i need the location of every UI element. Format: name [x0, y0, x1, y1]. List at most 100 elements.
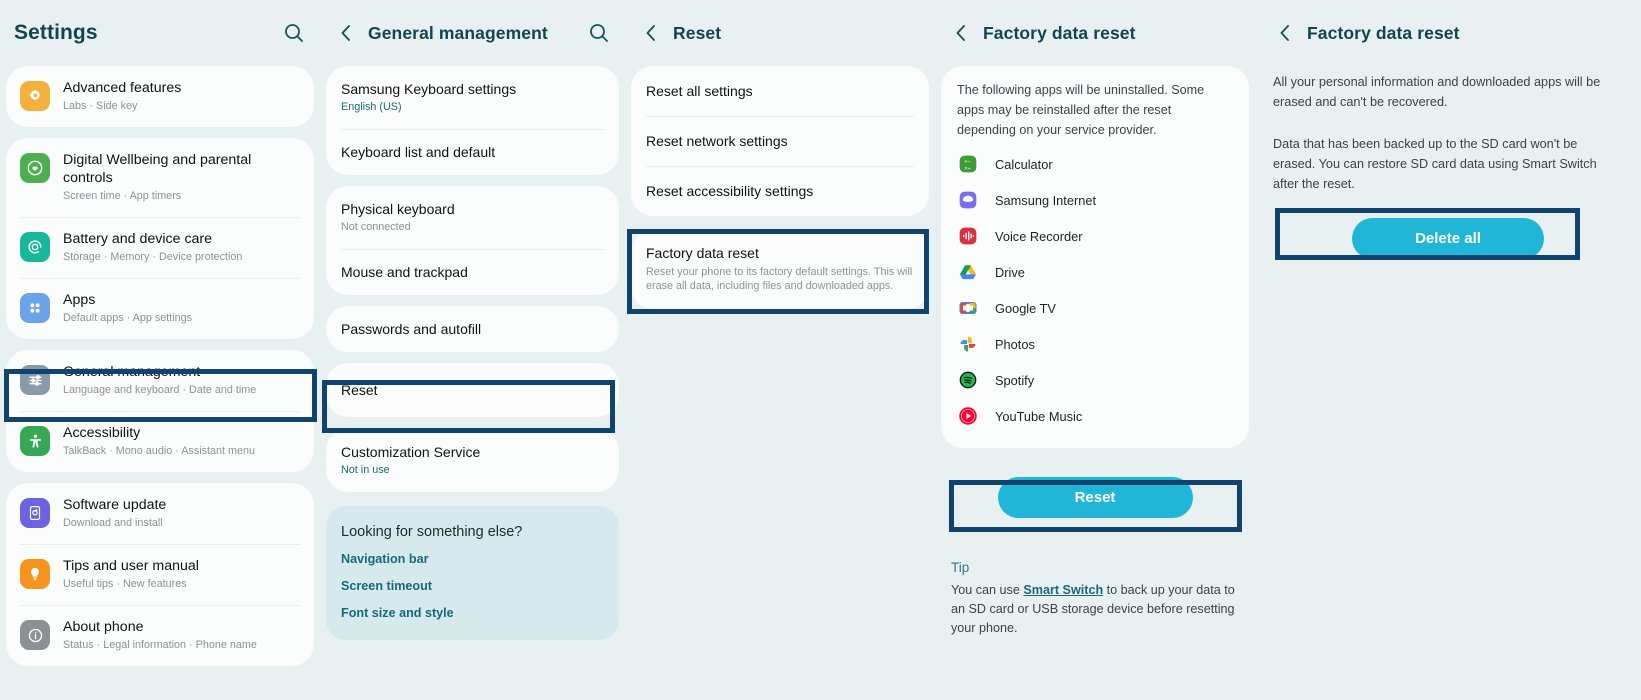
item-subtitle: English (US)	[341, 101, 402, 113]
app-name: YouTube Music	[995, 408, 1083, 424]
item-title: General management	[63, 364, 201, 380]
panel-general-management: General management Samsung Keyboard sett…	[320, 0, 625, 700]
item-subtitle: Reset your phone to its factory default …	[646, 266, 913, 292]
link-font-size-and-style[interactable]: Font size and style	[341, 606, 604, 620]
list-item-reset-all-settings[interactable]: Reset all settings	[631, 66, 929, 116]
item-text: Tips and user manual Useful tips · New f…	[63, 557, 300, 592]
item-title: Samsung Keyboard settings	[341, 81, 517, 97]
item-subtitle: Download and install	[63, 517, 163, 529]
settings-group-3: General management Language and keyboard…	[6, 350, 314, 472]
back-chevron-icon[interactable]	[334, 21, 358, 45]
item-subtitle: Language and keyboard · Date and time	[63, 384, 257, 396]
list-item-spotify: Spotify	[941, 362, 1249, 398]
back-chevron-icon[interactable]	[1273, 21, 1297, 45]
app-name: Spotify	[995, 372, 1035, 388]
search-icon[interactable]	[587, 21, 611, 45]
sidebar-item-apps[interactable]: Apps Default apps · App settings	[6, 278, 314, 339]
panel-reset: Reset Reset all settings Reset network s…	[625, 0, 935, 700]
list-item-customization-service[interactable]: Customization Service Not in use	[326, 429, 619, 492]
app-name: Voice Recorder	[995, 228, 1083, 244]
item-title: Advanced features	[63, 80, 182, 96]
item-title: Passwords and autofill	[341, 321, 482, 337]
uninstall-blurb: The following apps will be uninstalled. …	[957, 83, 1205, 137]
accessibility-icon	[20, 426, 50, 456]
item-subtitle: Not connected	[341, 221, 411, 233]
list-item-youtube-music: YouTube Music	[941, 398, 1249, 434]
sidebar-item-digital-wellbeing[interactable]: Digital Wellbeing and parental controls …	[6, 138, 314, 217]
tips-icon	[20, 559, 50, 589]
delete-all-button[interactable]: Delete all	[1352, 218, 1544, 259]
item-text: Apps Default apps · App settings	[63, 291, 300, 326]
svg-text:×÷: ×÷	[964, 166, 971, 172]
back-chevron-icon[interactable]	[949, 21, 973, 45]
link-screen-timeout[interactable]: Screen timeout	[341, 579, 604, 593]
spotify-app-icon	[957, 369, 979, 391]
sidebar-item-software-update[interactable]: Software update Download and install	[6, 483, 314, 544]
sidebar-item-tips[interactable]: Tips and user manual Useful tips · New f…	[6, 544, 314, 605]
list-item-photos: Photos	[941, 326, 1249, 362]
google-photos-app-icon	[957, 333, 979, 355]
item-title: Factory data reset	[646, 245, 759, 261]
list-item-passwords-and-autofill[interactable]: Passwords and autofill	[326, 306, 619, 352]
looking-for-title: Looking for something else?	[341, 524, 523, 540]
page-title: Settings	[14, 21, 98, 44]
item-title: Accessibility	[63, 425, 141, 441]
list-item-reset-accessibility-settings[interactable]: Reset accessibility settings	[631, 166, 929, 216]
sidebar-item-about-phone[interactable]: About phone Status · Legal information ·…	[6, 605, 314, 666]
item-subtitle: Storage · Memory · Device protection	[63, 251, 243, 263]
sidebar-item-advanced-features[interactable]: Advanced features Labs · Side key	[6, 66, 314, 127]
item-title: Software update	[63, 497, 167, 513]
svg-text:+−: +−	[964, 159, 971, 165]
sidebar-item-battery-device-care[interactable]: Battery and device care Storage · Memory…	[6, 217, 314, 278]
list-item-reset[interactable]: Reset	[326, 363, 619, 417]
item-text: Accessibility TalkBack · Mono audio · As…	[63, 424, 300, 459]
smart-switch-link[interactable]: Smart Switch	[1023, 583, 1103, 597]
item-subtitle: Status · Legal information · Phone name	[63, 639, 257, 651]
list-item-calculator: +− ×÷ Calculator	[941, 146, 1249, 182]
item-title: Tips and user manual	[63, 558, 199, 574]
item-title: About phone	[63, 619, 144, 635]
settings-group-4: Software update Download and install Tip…	[6, 483, 314, 666]
reset-header: Reset	[625, 0, 935, 66]
item-title: Physical keyboard	[341, 201, 455, 217]
item-title: Keyboard list and default	[341, 144, 496, 160]
settings-group-2: Digital Wellbeing and parental controls …	[6, 138, 314, 339]
about-phone-icon	[20, 620, 50, 650]
list-item-keyboard-list-and-default[interactable]: Keyboard list and default	[326, 129, 619, 175]
list-item-google-tv: Google TV	[941, 290, 1249, 326]
list-item-reset-network-settings[interactable]: Reset network settings	[631, 116, 929, 166]
digital-wellbeing-icon	[20, 153, 50, 183]
sidebar-item-accessibility[interactable]: Accessibility TalkBack · Mono audio · As…	[6, 411, 314, 472]
item-text: About phone Status · Legal information ·…	[63, 618, 300, 653]
tip-body: You can use Smart Switch to back up your…	[935, 581, 1255, 652]
gm-group-3: Passwords and autofill	[326, 306, 619, 352]
reset-group-2: Factory data reset Reset your phone to i…	[631, 230, 929, 309]
list-item-mouse-and-trackpad[interactable]: Mouse and trackpad	[326, 249, 619, 295]
google-drive-app-icon	[957, 261, 979, 283]
voice-recorder-app-icon	[957, 225, 979, 247]
list-item-samsung-keyboard-settings[interactable]: Samsung Keyboard settings English (US)	[326, 66, 619, 129]
app-name: Calculator	[995, 156, 1053, 172]
list-item-factory-data-reset[interactable]: Factory data reset Reset your phone to i…	[631, 230, 929, 309]
google-tv-app-icon	[957, 297, 979, 319]
item-title: Reset network settings	[646, 133, 788, 149]
link-navigation-bar[interactable]: Navigation bar	[341, 552, 604, 566]
back-chevron-icon[interactable]	[639, 21, 663, 45]
samsung-internet-app-icon	[957, 189, 979, 211]
settings-group-1: Advanced features Labs · Side key	[6, 66, 314, 127]
item-title: Reset accessibility settings	[646, 183, 814, 199]
general-management-icon	[20, 365, 50, 395]
tip-text-before: You can use	[951, 583, 1024, 597]
confirm-paragraph-1: All your personal information and downlo…	[1273, 75, 1601, 109]
item-title: Battery and device care	[63, 231, 213, 247]
confirm-paragraph-2: Data that has been backed up to the SD c…	[1273, 137, 1597, 191]
apps-icon	[20, 293, 50, 323]
list-item-physical-keyboard[interactable]: Physical keyboard Not connected	[326, 186, 619, 249]
item-subtitle: Useful tips · New features	[63, 578, 187, 590]
item-title: Mouse and trackpad	[341, 264, 468, 280]
item-subtitle: Not in use	[341, 464, 390, 476]
sidebar-item-general-management[interactable]: General management Language and keyboard…	[6, 350, 314, 411]
search-icon[interactable]	[282, 21, 306, 45]
reset-button-wrap: Reset	[935, 459, 1255, 536]
reset-button[interactable]: Reset	[997, 477, 1193, 518]
